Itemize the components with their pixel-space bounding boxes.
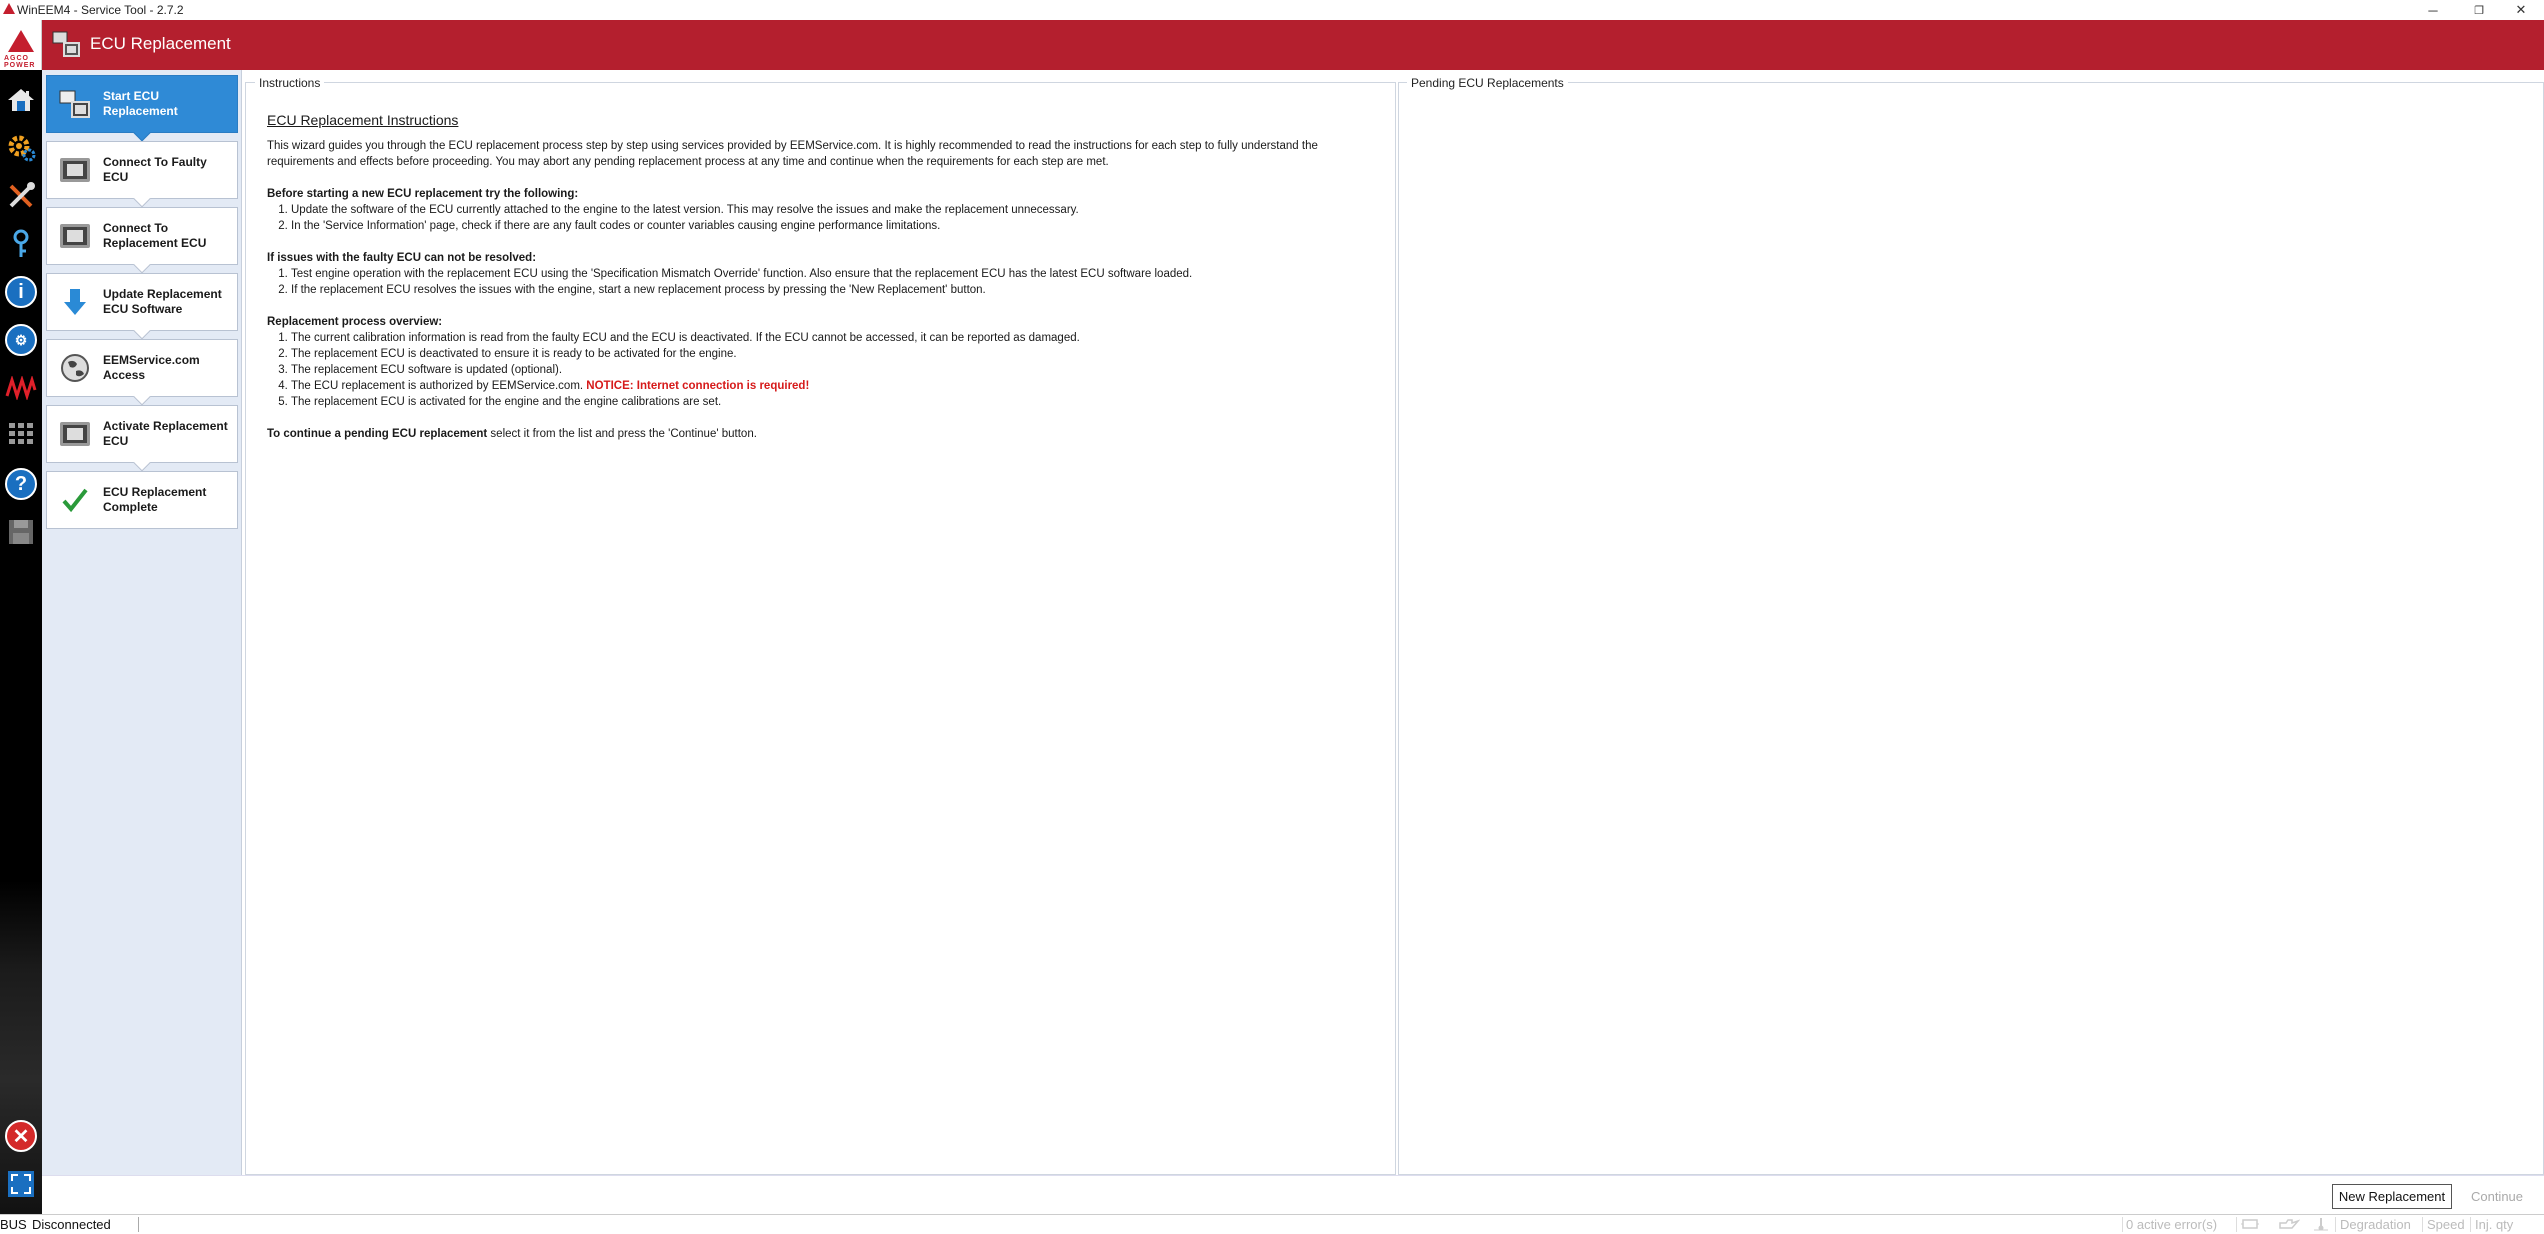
app-logo-icon <box>3 3 15 14</box>
instructions-group-label: Instructions <box>255 76 325 90</box>
ecu-module-icon <box>55 216 95 256</box>
list-item: The replacement ECU is deactivated to en… <box>291 346 1387 362</box>
overview-title: Replacement process overview: <box>267 316 443 328</box>
maximize-button[interactable]: ❐ <box>2456 0 2502 20</box>
continue-rest: select it from the list and press the 'C… <box>487 428 757 440</box>
step-activate-replacement-ecu[interactable]: Activate Replacement ECU <box>46 405 238 472</box>
service-info-icon[interactable]: ⚙ <box>3 322 39 358</box>
action-bar: New Replacement Continue <box>42 1175 2544 1214</box>
list-item: In the 'Service Information' page, check… <box>291 218 1387 234</box>
oil-can-icon <box>2278 1217 2301 1234</box>
pending-group-label: Pending ECU Replacements <box>1407 76 1568 90</box>
key-icon[interactable] <box>3 226 39 262</box>
gear-icon[interactable] <box>3 130 39 166</box>
list-item: The replacement ECU is activated for the… <box>291 394 1387 410</box>
keypad-icon[interactable] <box>3 418 39 454</box>
step-start-ecu-replacement[interactable]: Start ECU Replacement <box>46 75 238 142</box>
globe-icon <box>55 348 95 388</box>
step-connect-faulty-ecu[interactable]: Connect To Faulty ECU <box>46 141 238 208</box>
step-label: Connect To Faulty ECU <box>103 155 207 184</box>
overview-list: The current calibration information is r… <box>291 330 1387 410</box>
instructions-intro: This wizard guides you through the ECU r… <box>267 140 1318 168</box>
list-item: If the replacement ECU resolves the issu… <box>291 282 1387 298</box>
issues-list: Test engine operation with the replaceme… <box>291 266 1387 298</box>
step-eemservice-access[interactable]: EEMService.com Access <box>46 339 238 406</box>
list-item: The replacement ECU software is updated … <box>291 362 1387 378</box>
step-update-replacement-software[interactable]: Update Replacement ECU Software <box>46 273 238 340</box>
instructions-heading: ECU Replacement Instructions <box>267 112 459 128</box>
step-label: Activate Replacement ECU <box>103 419 228 448</box>
degradation-status: Degradation <box>2340 1217 2411 1232</box>
home-icon[interactable] <box>3 82 39 118</box>
issues-title: If issues with the faulty ECU can not be… <box>267 252 537 264</box>
instructions-content: ECU Replacement Instructions This wizard… <box>267 112 1387 458</box>
agco-power-logo: AGCO POWER <box>0 20 42 70</box>
info-icon[interactable]: i <box>3 274 39 310</box>
continue-instructions: To continue a pending ECU replacement se… <box>267 426 1387 442</box>
ecu-replacement-icon <box>55 84 95 124</box>
ecu-module-icon <box>55 414 95 454</box>
step-label: Start ECU Replacement <box>103 89 178 118</box>
ecu-replacement-icon <box>52 31 80 57</box>
injection-quantity-status: Inj. qty <box>2475 1217 2514 1232</box>
step-replacement-complete[interactable]: ECU Replacement Complete <box>46 471 238 529</box>
fullscreen-icon[interactable] <box>3 1166 39 1202</box>
list-item-text: The ECU replacement is authorized by EEM… <box>291 380 584 392</box>
connection-status: Disconnected <box>32 1217 111 1232</box>
window-title: WinEEM4 - Service Tool - 2.7.2 <box>17 3 184 17</box>
before-list: Update the software of the ECU currently… <box>291 202 1387 234</box>
list-item: The ECU replacement is authorized by EEM… <box>291 378 1387 394</box>
before-title: Before starting a new ECU replacement tr… <box>267 188 579 200</box>
floppy-disk-icon[interactable] <box>3 514 39 550</box>
exit-icon[interactable]: ✕ <box>3 1118 39 1154</box>
minimize-button[interactable]: ─ <box>2410 0 2456 20</box>
checkmark-icon <box>55 480 95 520</box>
list-item: The current calibration information is r… <box>291 330 1387 346</box>
step-label: Update Replacement ECU Software <box>103 287 222 316</box>
wizard-steps-panel: Start ECU Replacement Connect To Faulty … <box>42 70 242 1175</box>
engine-status-icon <box>2240 1217 2260 1234</box>
window-title-bar: WinEEM4 - Service Tool - 2.7.2 ─ ❐ ✕ <box>0 0 2544 20</box>
step-label: EEMService.com Access <box>103 353 200 382</box>
list-item: Test engine operation with the replaceme… <box>291 266 1387 282</box>
continue-bold: To continue a pending ECU replacement <box>267 428 488 440</box>
main-nav-bar: AGCO POWER i ⚙ ? ✕ <box>0 20 42 1233</box>
page-title: ECU Replacement <box>90 34 231 53</box>
ecu-module-icon <box>55 150 95 190</box>
continue-button[interactable]: Continue <box>2459 1184 2535 1209</box>
download-arrow-icon <box>55 282 95 322</box>
waveform-icon[interactable] <box>3 370 39 406</box>
step-label: ECU Replacement Complete <box>103 485 207 514</box>
internet-notice: NOTICE: Internet connection is required! <box>586 380 810 392</box>
bus-label: BUS <box>0 1217 27 1232</box>
active-errors-status: 0 active error(s) <box>2126 1217 2218 1232</box>
status-bar: BUS Disconnected 0 active error(s) Degra… <box>0 1214 2544 1233</box>
step-connect-replacement-ecu[interactable]: Connect To Replacement ECU <box>46 207 238 274</box>
list-item: Update the software of the ECU currently… <box>291 202 1387 218</box>
speed-status: Speed <box>2427 1217 2465 1232</box>
new-replacement-button[interactable]: New Replacement <box>2332 1184 2452 1209</box>
pending-replacements-list[interactable] <box>1398 82 2544 1175</box>
page-header: ECU Replacement <box>42 20 2544 70</box>
step-label: Connect To Replacement ECU <box>103 221 207 250</box>
close-button[interactable]: ✕ <box>2498 0 2544 20</box>
temperature-icon <box>2312 1217 2330 1234</box>
tools-icon[interactable] <box>3 178 39 214</box>
help-icon[interactable]: ? <box>3 466 39 502</box>
